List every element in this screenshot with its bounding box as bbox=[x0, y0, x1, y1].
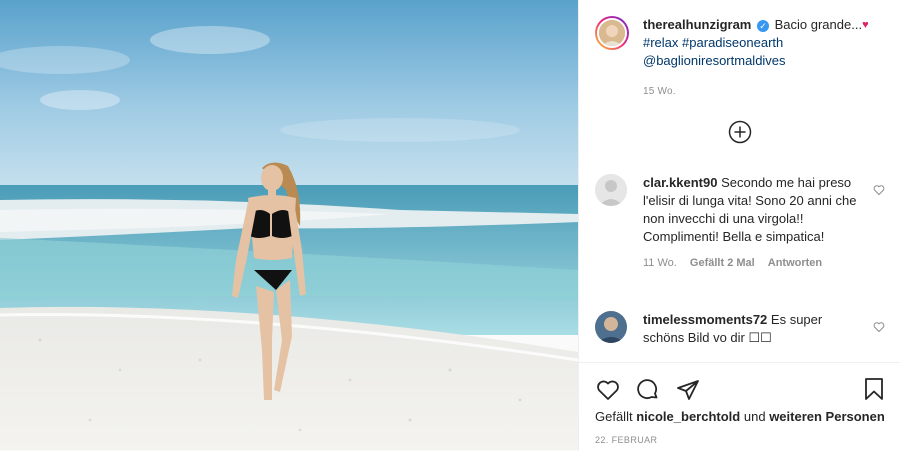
action-icons bbox=[595, 377, 701, 403]
likes-mid: und bbox=[743, 409, 766, 424]
comment-reply-button[interactable]: Antworten bbox=[768, 257, 822, 269]
red-heart-emoji-icon: ♥ bbox=[862, 19, 869, 31]
comment-like-button[interactable] bbox=[873, 321, 885, 336]
default-avatar-icon bbox=[595, 174, 627, 206]
post-photo[interactable] bbox=[0, 0, 578, 450]
like-button[interactable] bbox=[595, 377, 621, 403]
hashtag-relax-link[interactable]: #relax bbox=[643, 35, 678, 50]
caption-text: therealhunzigram ✓ Bacio grande...♥ #rel… bbox=[643, 16, 869, 70]
mention-link[interactable]: @baglioniresortmaldives bbox=[643, 53, 786, 68]
comment-avatar[interactable] bbox=[595, 174, 627, 206]
post-caption-block: therealhunzigram ✓ Bacio grande...♥ #rel… bbox=[595, 16, 884, 70]
hashtag-paradiseonearth-link[interactable]: #paradiseonearth bbox=[682, 35, 783, 50]
comment-like-button[interactable] bbox=[873, 184, 885, 199]
plus-circle-icon bbox=[728, 120, 752, 144]
avatar-image bbox=[599, 20, 625, 46]
comment-avatar[interactable] bbox=[595, 311, 627, 343]
bookmark-icon bbox=[865, 378, 883, 400]
heart-icon bbox=[597, 380, 619, 400]
post-time: 15 Wo. bbox=[643, 86, 676, 97]
post-actions-section: Gefällt nicole_berchtold und weiteren Pe… bbox=[579, 362, 900, 451]
post-date[interactable]: 22. Februar bbox=[595, 435, 657, 445]
share-icon bbox=[677, 380, 699, 400]
liked-by-user-link[interactable]: nicole_berchtold bbox=[636, 409, 740, 424]
share-button[interactable] bbox=[675, 377, 701, 403]
post-side-panel: therealhunzigram ✓ Bacio grande...♥ #rel… bbox=[578, 0, 900, 451]
beach-photo-image bbox=[0, 0, 578, 450]
liked-by-others-link[interactable]: weiteren Personen bbox=[769, 409, 885, 424]
post-username-link[interactable]: therealhunzigram bbox=[643, 17, 751, 32]
story-ring[interactable] bbox=[595, 16, 629, 50]
likes-prefix: Gefällt bbox=[595, 409, 633, 424]
likes-summary: Gefällt nicole_berchtold und weiteren Pe… bbox=[595, 409, 885, 424]
comment-button[interactable] bbox=[635, 377, 661, 403]
comment-item: timelessmoments72 Es super schöns Bild v… bbox=[595, 311, 885, 347]
verified-badge-icon: ✓ bbox=[756, 19, 769, 32]
load-more-comments-button[interactable] bbox=[728, 120, 752, 147]
comment-icon bbox=[637, 379, 658, 400]
caption-body: Bacio grande... bbox=[774, 17, 863, 32]
comment-username-link[interactable]: clar.kkent90 bbox=[643, 175, 717, 190]
heart-outline-icon bbox=[873, 185, 885, 196]
comment-body: timelessmoments72 Es super schöns Bild v… bbox=[643, 311, 863, 347]
avatar bbox=[597, 18, 627, 48]
comment-item: clar.kkent90 Secondo me hai preso l'elis… bbox=[595, 174, 885, 272]
comment-meta: 11 Wo. Gefällt 2 Mal Antworten bbox=[643, 254, 863, 272]
comment-time[interactable]: 11 Wo. bbox=[643, 257, 677, 269]
comment-username-link[interactable]: timelessmoments72 bbox=[643, 312, 767, 327]
save-button[interactable] bbox=[862, 377, 886, 404]
heart-outline-icon bbox=[873, 322, 885, 333]
avatar-image bbox=[595, 311, 627, 343]
instagram-post: therealhunzigram ✓ Bacio grande...♥ #rel… bbox=[0, 0, 900, 451]
comment-likes-count[interactable]: Gefällt 2 Mal bbox=[690, 257, 755, 269]
comment-body: clar.kkent90 Secondo me hai preso l'elis… bbox=[643, 174, 863, 272]
